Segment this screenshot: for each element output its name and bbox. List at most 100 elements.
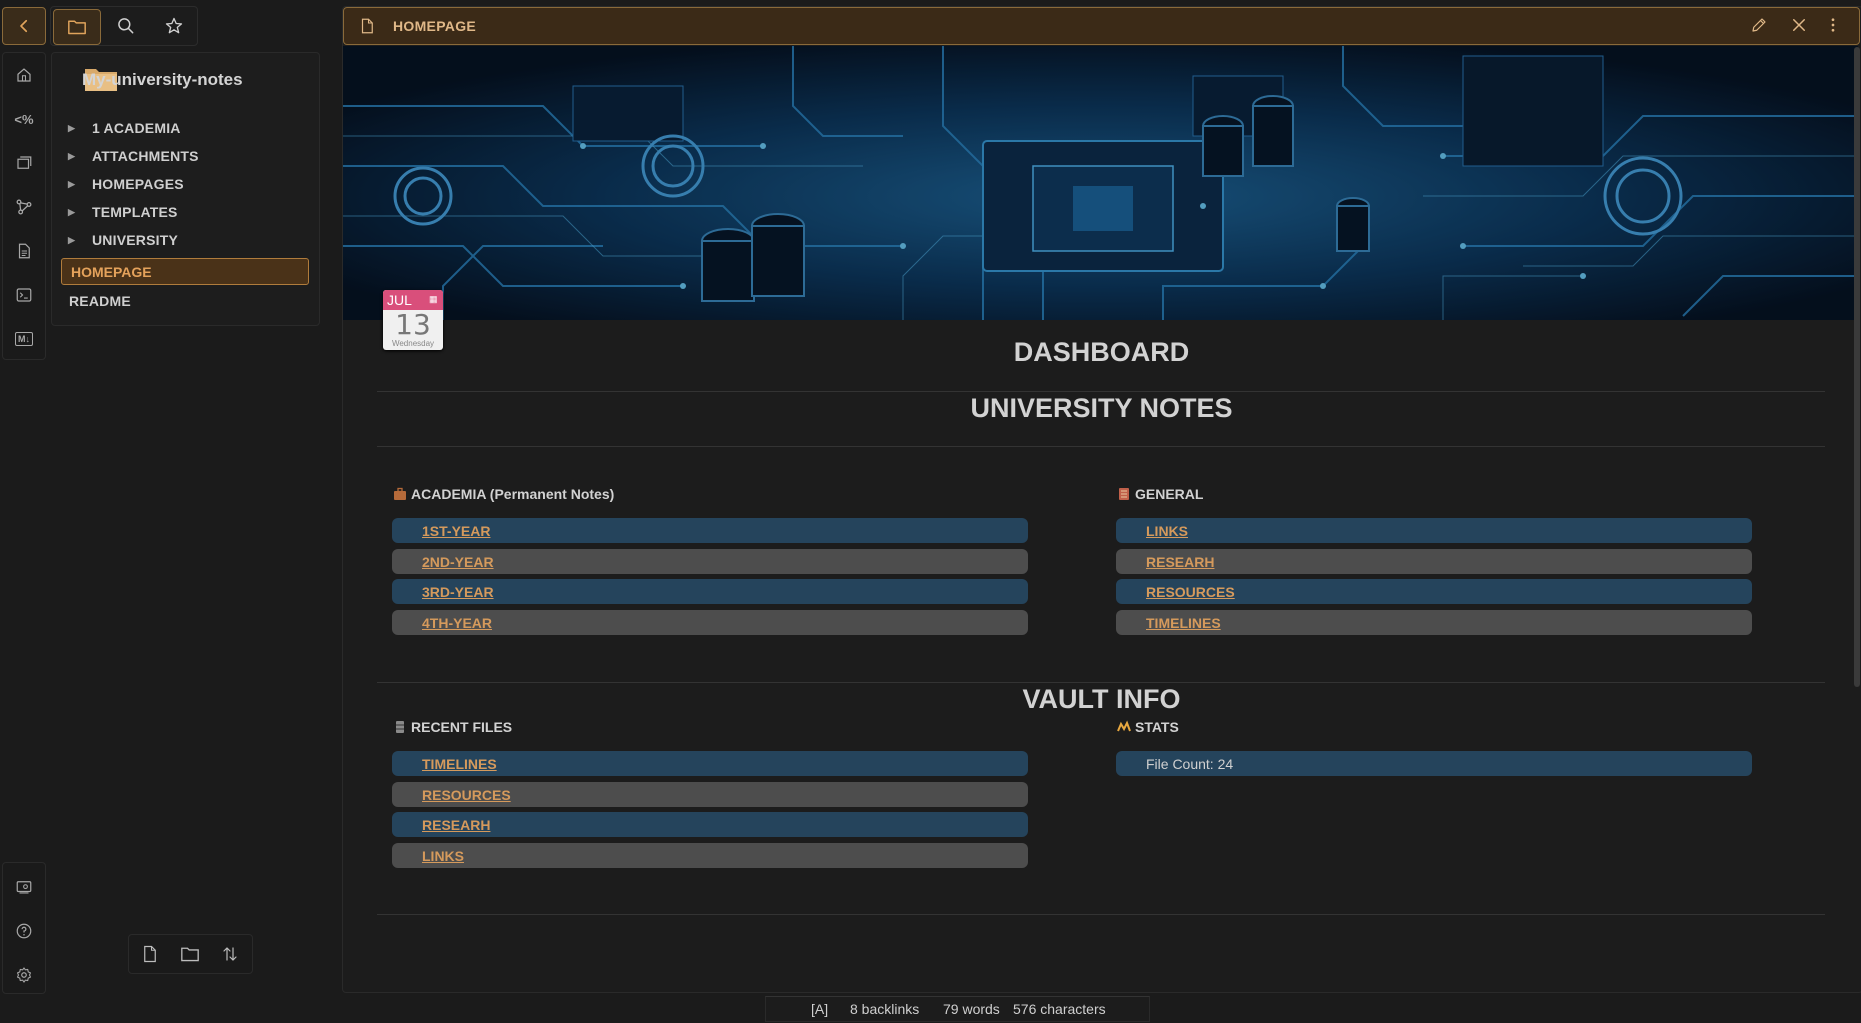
settings-button[interactable] bbox=[3, 963, 45, 987]
divider bbox=[377, 682, 1825, 683]
windows-icon bbox=[17, 156, 32, 169]
note-link[interactable]: RESOURCES bbox=[1146, 584, 1235, 600]
tree-folder-academia[interactable]: ▶ 1 ACADEMIA bbox=[60, 117, 181, 139]
tree-file-homepage[interactable]: HOMEPAGE bbox=[61, 258, 309, 285]
more-options-button[interactable] bbox=[1830, 16, 1844, 36]
banner-image bbox=[343, 46, 1858, 320]
tree-folder-homepages[interactable]: ▶ HOMEPAGES bbox=[60, 173, 184, 195]
recent-files-label: RECENT FILES bbox=[393, 719, 512, 735]
code-percent-icon: <% bbox=[14, 111, 34, 127]
help-icon bbox=[16, 923, 32, 939]
recent-row: TIMELINES bbox=[392, 751, 1028, 776]
ribbon-home-button[interactable] bbox=[3, 63, 45, 87]
folder-icon bbox=[68, 20, 86, 35]
close-icon bbox=[1793, 19, 1805, 31]
academia-row: 3RD-YEAR bbox=[392, 579, 1028, 604]
triangle-right-icon: ▶ bbox=[68, 122, 76, 133]
note-link[interactable]: TIMELINES bbox=[422, 756, 497, 772]
briefcase-icon bbox=[393, 487, 407, 501]
note-link[interactable]: 1ST-YEAR bbox=[422, 523, 490, 539]
vault-switch-icon bbox=[16, 881, 32, 894]
ribbon-templater-button[interactable]: <% bbox=[3, 107, 45, 131]
books-icon bbox=[1117, 487, 1131, 501]
status-words: 79 words bbox=[943, 1001, 1000, 1017]
settings-icon bbox=[17, 967, 31, 983]
stats-row: File Count: 24 bbox=[1116, 751, 1752, 776]
ribbon-terminal-button[interactable] bbox=[3, 283, 45, 307]
tab-search[interactable] bbox=[103, 7, 149, 45]
tab-files[interactable] bbox=[53, 9, 101, 45]
note-link[interactable]: TIMELINES bbox=[1146, 615, 1221, 631]
tree-folder-templates[interactable]: ▶ TEMPLATES bbox=[60, 201, 178, 223]
tab-bookmarks[interactable] bbox=[151, 7, 197, 45]
new-note-button[interactable] bbox=[130, 935, 170, 973]
general-row: TIMELINES bbox=[1116, 610, 1752, 635]
triangle-right-icon: ▶ bbox=[68, 234, 76, 245]
general-row: RESEARH bbox=[1116, 549, 1752, 574]
ribbon-workspaces-button[interactable] bbox=[3, 151, 45, 175]
general-row: LINKS bbox=[1116, 518, 1752, 543]
tab-header[interactable]: HOMEPAGE bbox=[343, 7, 1860, 45]
triangle-right-icon: ▶ bbox=[68, 206, 76, 217]
new-folder-button[interactable] bbox=[170, 935, 210, 973]
ribbon-markdown-button[interactable]: M↓ bbox=[3, 327, 45, 351]
academia-row: 4TH-YEAR bbox=[392, 610, 1028, 635]
status-characters: 576 characters bbox=[1013, 1001, 1106, 1017]
markdown-icon: M↓ bbox=[15, 332, 33, 346]
chevron-left-icon bbox=[20, 19, 28, 33]
triangle-right-icon: ▶ bbox=[68, 150, 76, 161]
recent-row: LINKS bbox=[392, 843, 1028, 868]
status-backlinks[interactable]: 8 backlinks bbox=[850, 1001, 919, 1017]
main-pane: HOMEPAGE JUL ▦ 13 Wednesday DASHBOARD UN… bbox=[342, 6, 1861, 993]
explorer-bottom-toolbar bbox=[128, 934, 253, 974]
note-link[interactable]: 4TH-YEAR bbox=[422, 615, 492, 631]
vault-switch-button[interactable] bbox=[3, 875, 45, 899]
general-label: GENERAL bbox=[1117, 486, 1203, 502]
star-icon bbox=[165, 17, 183, 34]
dashboard-heading: DASHBOARD bbox=[1013, 337, 1190, 367]
terminal-icon bbox=[16, 288, 32, 302]
triangle-right-icon: ▶ bbox=[68, 178, 76, 189]
status-mode[interactable]: [A] bbox=[811, 1001, 828, 1017]
edit-icon bbox=[1752, 18, 1766, 32]
vault-name[interactable]: My-university-notes bbox=[82, 70, 243, 90]
academia-row: 2ND-YEAR bbox=[392, 549, 1028, 574]
graph-icon bbox=[16, 199, 32, 215]
tab-title: HOMEPAGE bbox=[393, 18, 477, 34]
recent-row: RESOURCES bbox=[392, 782, 1028, 807]
help-button[interactable] bbox=[3, 919, 45, 943]
note-link[interactable]: 3RD-YEAR bbox=[422, 584, 494, 600]
divider bbox=[377, 914, 1825, 915]
calendar-grid-icon: ▦ bbox=[429, 294, 438, 304]
file-count: File Count: 24 bbox=[1146, 755, 1234, 772]
note-link[interactable]: LINKS bbox=[422, 848, 464, 864]
note-link[interactable]: RESEARH bbox=[422, 817, 490, 833]
ribbon-graph-button[interactable] bbox=[3, 195, 45, 219]
edit-button[interactable] bbox=[1750, 16, 1770, 36]
divider bbox=[377, 446, 1825, 447]
home-icon bbox=[17, 68, 31, 82]
ribbon: <% M↓ bbox=[2, 52, 46, 360]
chart-icon bbox=[1117, 720, 1131, 734]
tree-folder-attachments[interactable]: ▶ ATTACHMENTS bbox=[60, 145, 199, 167]
ribbon-bottom bbox=[2, 862, 46, 994]
note-link[interactable]: RESEARH bbox=[1146, 554, 1214, 570]
circuit-board-image bbox=[343, 46, 1858, 320]
tree-folder-university[interactable]: ▶ UNIVERSITY bbox=[60, 229, 178, 251]
calendar-day: 13 bbox=[395, 308, 431, 341]
status-bar: [A] 8 backlinks 79 words 576 characters bbox=[765, 996, 1150, 1022]
document-icon bbox=[18, 243, 30, 259]
tree-file-readme[interactable]: README bbox=[61, 290, 131, 312]
new-folder-icon bbox=[181, 947, 199, 962]
back-button[interactable] bbox=[2, 7, 46, 45]
divider bbox=[377, 391, 1825, 392]
note-link[interactable]: LINKS bbox=[1146, 523, 1188, 539]
search-icon bbox=[118, 18, 134, 34]
close-button[interactable] bbox=[1790, 16, 1810, 36]
note-link[interactable]: 2ND-YEAR bbox=[422, 554, 494, 570]
academia-row: 1ST-YEAR bbox=[392, 518, 1028, 543]
note-link[interactable]: RESOURCES bbox=[422, 787, 511, 803]
file-icon bbox=[361, 18, 373, 34]
ribbon-note-button[interactable] bbox=[3, 239, 45, 263]
sort-button[interactable] bbox=[210, 935, 250, 973]
